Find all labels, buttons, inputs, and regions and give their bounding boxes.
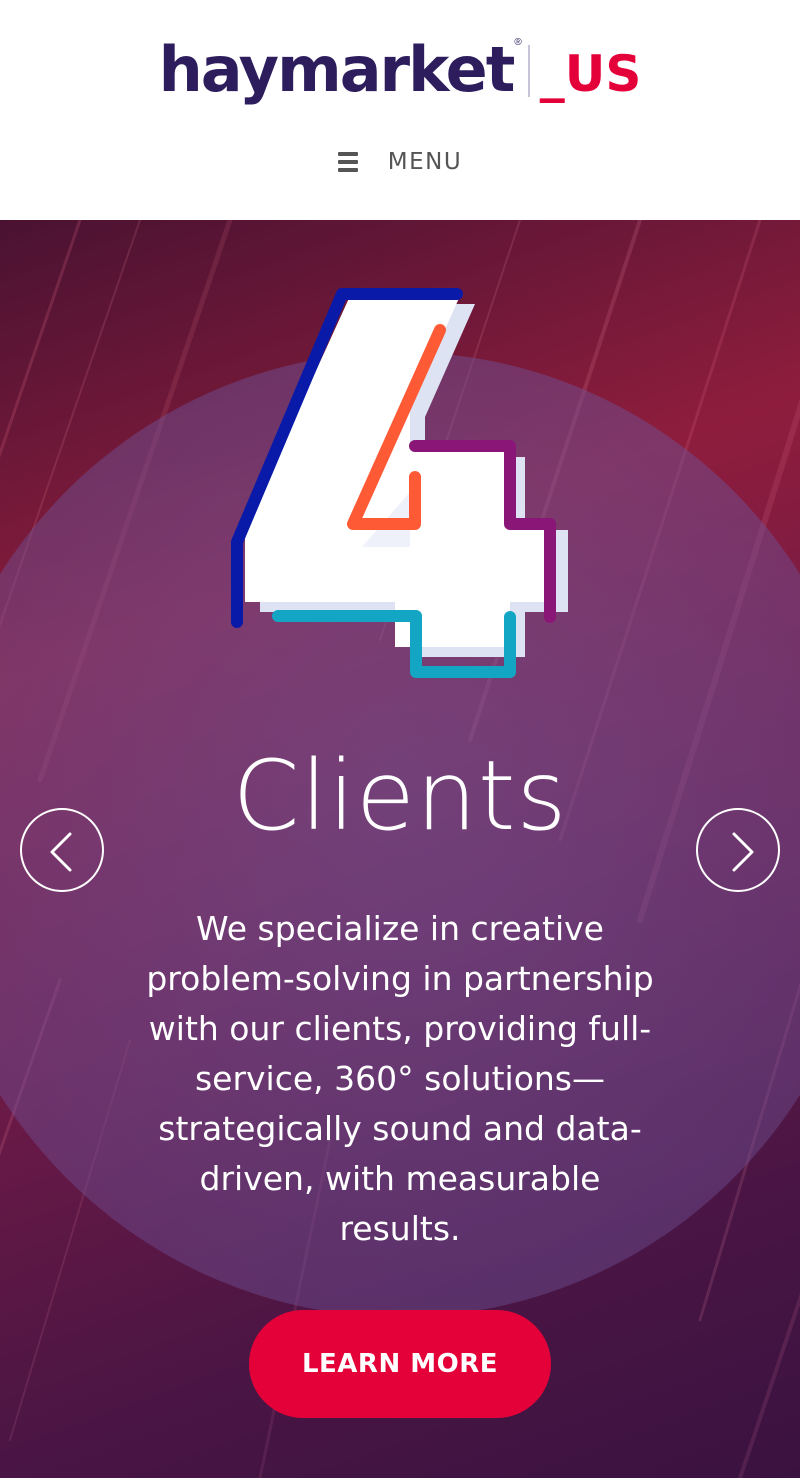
logo-divider: [527, 45, 530, 97]
logo-region: _US: [539, 45, 642, 103]
menu-label: MENU: [387, 149, 463, 175]
slide-title: Clients: [232, 740, 568, 852]
logo-registered-mark: ®: [514, 37, 522, 48]
hero-slider: Clients We specialize in creative proble…: [0, 220, 800, 1478]
menu-toggle-button[interactable]: MENU: [0, 140, 800, 184]
hamburger-icon: [337, 152, 358, 172]
learn-more-button[interactable]: LEARN MORE: [249, 1310, 551, 1418]
logo-brand: haymarket: [158, 33, 516, 106]
haymarket-us-logo[interactable]: haymarket® _US: [0, 30, 800, 114]
next-slide-button[interactable]: [696, 808, 780, 892]
previous-slide-button[interactable]: [20, 808, 104, 892]
number-four-graphic: [231, 288, 568, 678]
chevron-left-icon: [50, 832, 72, 872]
slide-description: We specialize in creative problem-solvin…: [146, 909, 654, 1248]
chevron-right-icon: [732, 832, 754, 872]
site-header: haymarket® _US MENU: [0, 0, 800, 220]
